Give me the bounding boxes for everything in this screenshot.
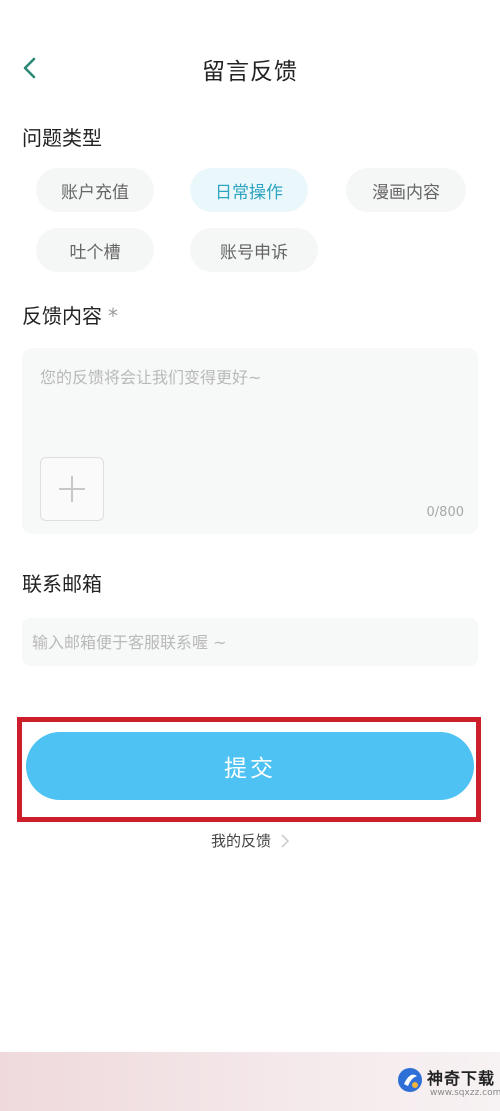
chip-complain[interactable]: 吐个槽 — [36, 228, 154, 272]
feedback-placeholder: 您的反馈将会让我们变得更好~ — [40, 368, 262, 387]
required-mark: * — [108, 304, 118, 328]
email-field[interactable] — [22, 618, 478, 666]
watermark-name: 神奇下载 — [427, 1069, 496, 1088]
issue-type-label: 问题类型 — [22, 126, 102, 150]
chip-comic-content[interactable]: 漫画内容 — [346, 168, 466, 212]
feedback-label-text: 反馈内容 — [22, 304, 102, 328]
logo-icon — [398, 1068, 422, 1092]
add-image-button[interactable] — [40, 457, 104, 521]
chip-account-recharge[interactable]: 账户充值 — [36, 168, 154, 212]
my-feedback-link[interactable]: 我的反馈 — [0, 830, 500, 851]
feedback-content-label: 反馈内容 * — [22, 300, 118, 329]
submit-button[interactable]: 提交 — [26, 732, 474, 800]
chip-daily-operation[interactable]: 日常操作 — [190, 168, 308, 212]
my-feedback-label: 我的反馈 — [210, 832, 271, 850]
contact-email-label: 联系邮箱 — [22, 572, 102, 596]
chip-account-appeal[interactable]: 账号申诉 — [190, 228, 318, 272]
watermark-banner: 神奇下载 www.sqxzz.com — [0, 1052, 500, 1111]
plus-icon — [59, 476, 85, 502]
watermark-url: www.sqxzz.com — [430, 1088, 500, 1098]
page-title: 留言反馈 — [202, 59, 298, 85]
header: 留言反馈 — [0, 40, 500, 96]
chevron-right-icon — [281, 833, 289, 848]
char-counter: 0/800 — [426, 505, 464, 520]
feedback-textarea[interactable]: 您的反馈将会让我们变得更好~ 0/800 — [22, 348, 478, 534]
